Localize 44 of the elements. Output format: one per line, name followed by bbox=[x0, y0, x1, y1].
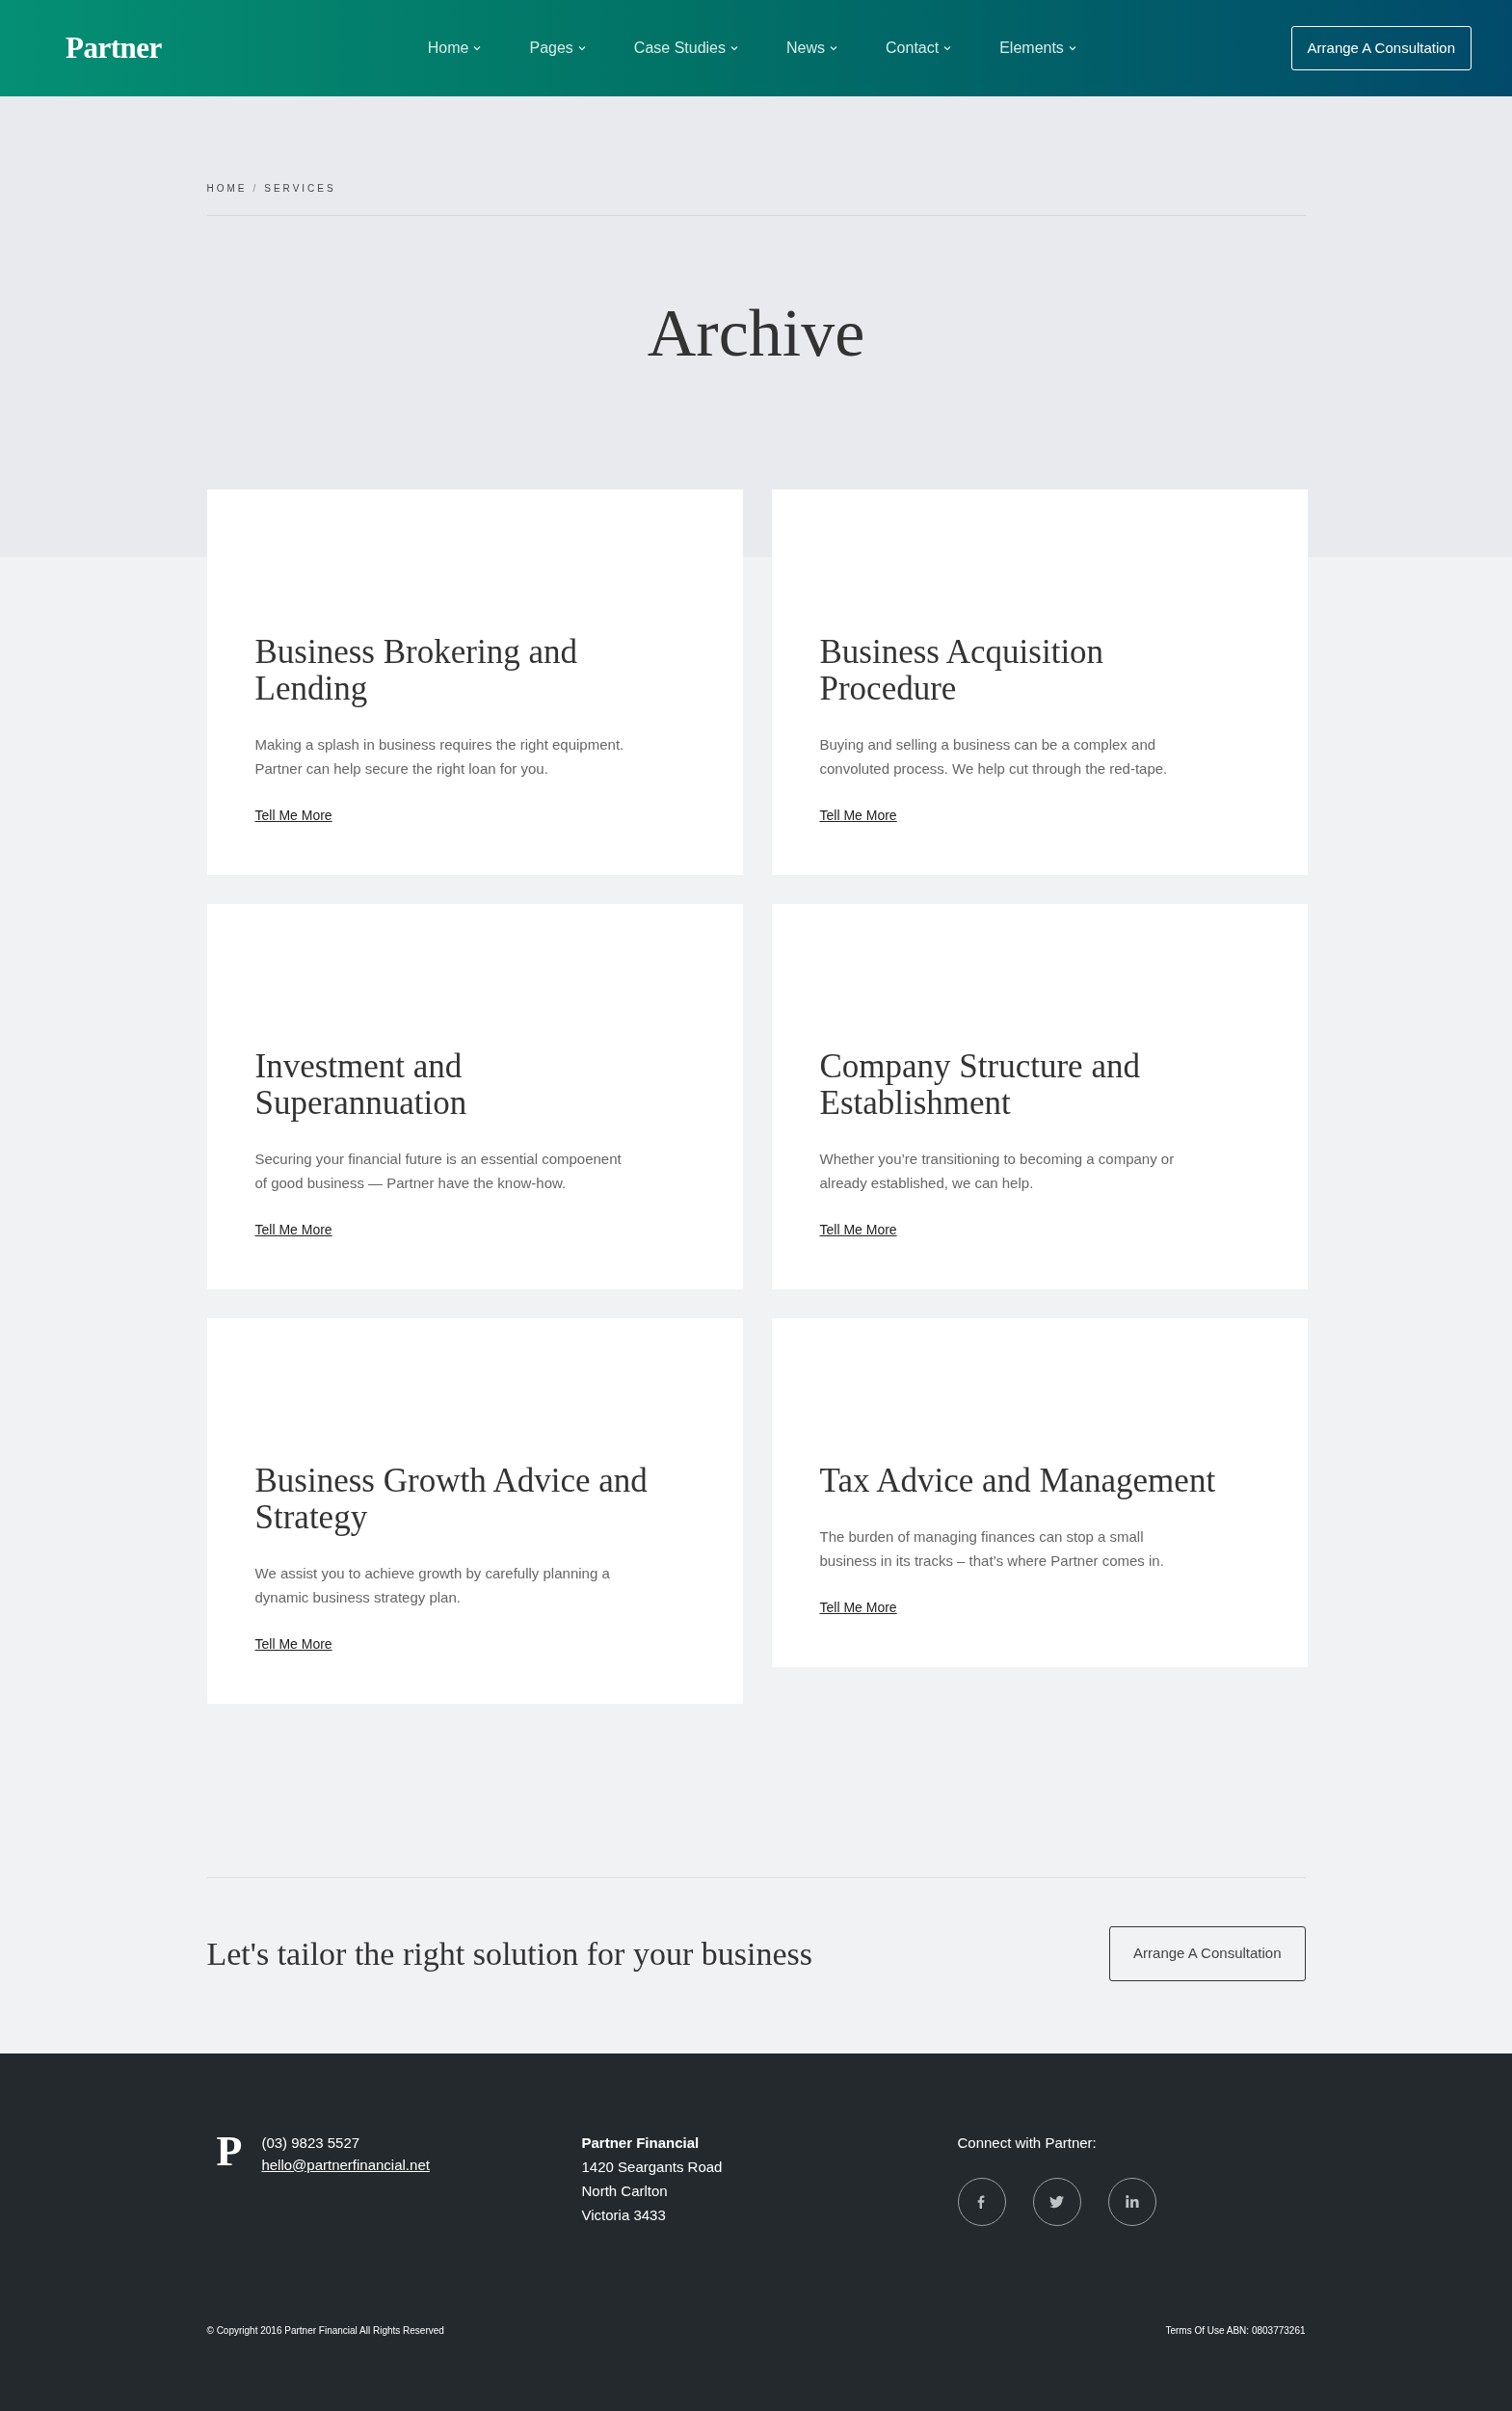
copyright-text: © Copyright 2016 Partner Financial All Rights Reserved bbox=[206, 2323, 444, 2338]
service-title: Business Acquisition Procedure bbox=[819, 634, 1105, 707]
service-title: Company Structure and Establishment bbox=[819, 1048, 1141, 1122]
service-title: Investment and Superannuation bbox=[254, 1048, 468, 1122]
nav-link-item[interactable]: Case Studies bbox=[633, 37, 738, 60]
service-description: Making a splash in business requires the right equipment. Partner can help secure the right loan for you. bbox=[254, 735, 625, 779]
service-description: Buying and selling a business can be a complex and convoluted process. We help cut through the red-tape. bbox=[819, 735, 1169, 779]
tell-me-more-link[interactable]: Tell Me More bbox=[254, 1222, 332, 1237]
tell-me-more-link[interactable]: Tell Me More bbox=[254, 808, 332, 823]
address-line: Victoria 3433 bbox=[581, 2205, 667, 2225]
address-line: 1420 Seargants Road bbox=[581, 2157, 724, 2177]
address-line: North Carlton bbox=[581, 2181, 669, 2201]
tell-me-more-link[interactable]: Tell Me More bbox=[819, 808, 897, 823]
breadcrumb-link[interactable]: SERVICES bbox=[264, 183, 336, 194]
nav-link-item[interactable]: Pages bbox=[529, 37, 586, 60]
breadcrumb-link[interactable]: HOME bbox=[206, 183, 248, 194]
nav-link-item[interactable]: Home bbox=[427, 37, 482, 60]
service-title: Business Growth Advice and Strategy bbox=[254, 1463, 649, 1536]
service-title: Business Brokering and Lending bbox=[254, 634, 578, 707]
linkedin-icon bbox=[1124, 2193, 1140, 2210]
legal-text: Terms Of Use ABN: 0803773261 bbox=[1165, 2323, 1306, 2338]
breadcrumb-separator: / bbox=[252, 183, 259, 194]
twitter-icon bbox=[1048, 2193, 1065, 2210]
nav-link-item[interactable]: News bbox=[786, 37, 838, 60]
service-description: We assist you to achieve growth by carefully planning a dynamic business strategy plan. bbox=[254, 1564, 611, 1607]
service-description: The burden of managing finances can stop a small business in its tracks – that’s where Partner comes in. bbox=[819, 1527, 1165, 1571]
cta-heading: Let's tailor the right solution for your business bbox=[206, 1934, 812, 1974]
service-description: Securing your financial future is an essential compoenent of good business — Partner have the know-how. bbox=[254, 1150, 623, 1193]
tell-me-more-link[interactable]: Tell Me More bbox=[254, 1636, 332, 1652]
footer-logo: P bbox=[216, 2130, 243, 2177]
consultation-button[interactable]: Arrange A Consultation bbox=[1290, 25, 1472, 71]
service-description: Whether you’re transitioning to becoming a company or already established, we can help. bbox=[819, 1150, 1176, 1193]
tell-me-more-link[interactable]: Tell Me More bbox=[819, 1600, 897, 1615]
nav-link-item[interactable]: Contact bbox=[886, 37, 952, 60]
consultation-button[interactable]: Arrange A Consultation bbox=[1109, 1926, 1306, 1981]
connect-label: Connect with Partner: bbox=[957, 2133, 1098, 2153]
tell-me-more-link[interactable]: Tell Me More bbox=[819, 1222, 897, 1237]
service-title: Tax Advice and Management bbox=[819, 1463, 1217, 1499]
logo[interactable]: Partner bbox=[66, 25, 162, 71]
nav-link-item[interactable]: Elements bbox=[999, 37, 1076, 60]
page-title: Archive bbox=[646, 295, 866, 372]
phone-number: (03) 9823 5527 bbox=[261, 2133, 361, 2153]
email-link[interactable]: hello@partnerfinancial.net bbox=[261, 2154, 430, 2176]
company-name: Partner Financial bbox=[581, 2133, 701, 2153]
